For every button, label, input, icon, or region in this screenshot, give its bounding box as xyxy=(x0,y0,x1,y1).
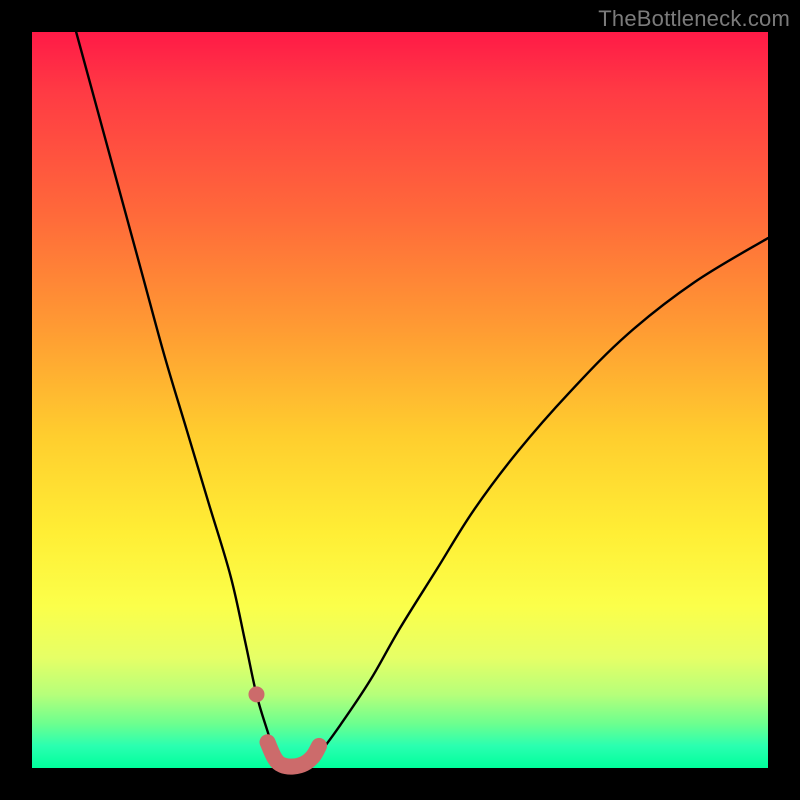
well-dot xyxy=(248,686,264,702)
outer-frame: TheBottleneck.com xyxy=(0,0,800,800)
curve-layer xyxy=(32,32,768,768)
bottleneck-curve xyxy=(76,32,768,768)
plot-area xyxy=(32,32,768,768)
watermark-text: TheBottleneck.com xyxy=(598,6,790,32)
well-highlight xyxy=(268,742,320,766)
